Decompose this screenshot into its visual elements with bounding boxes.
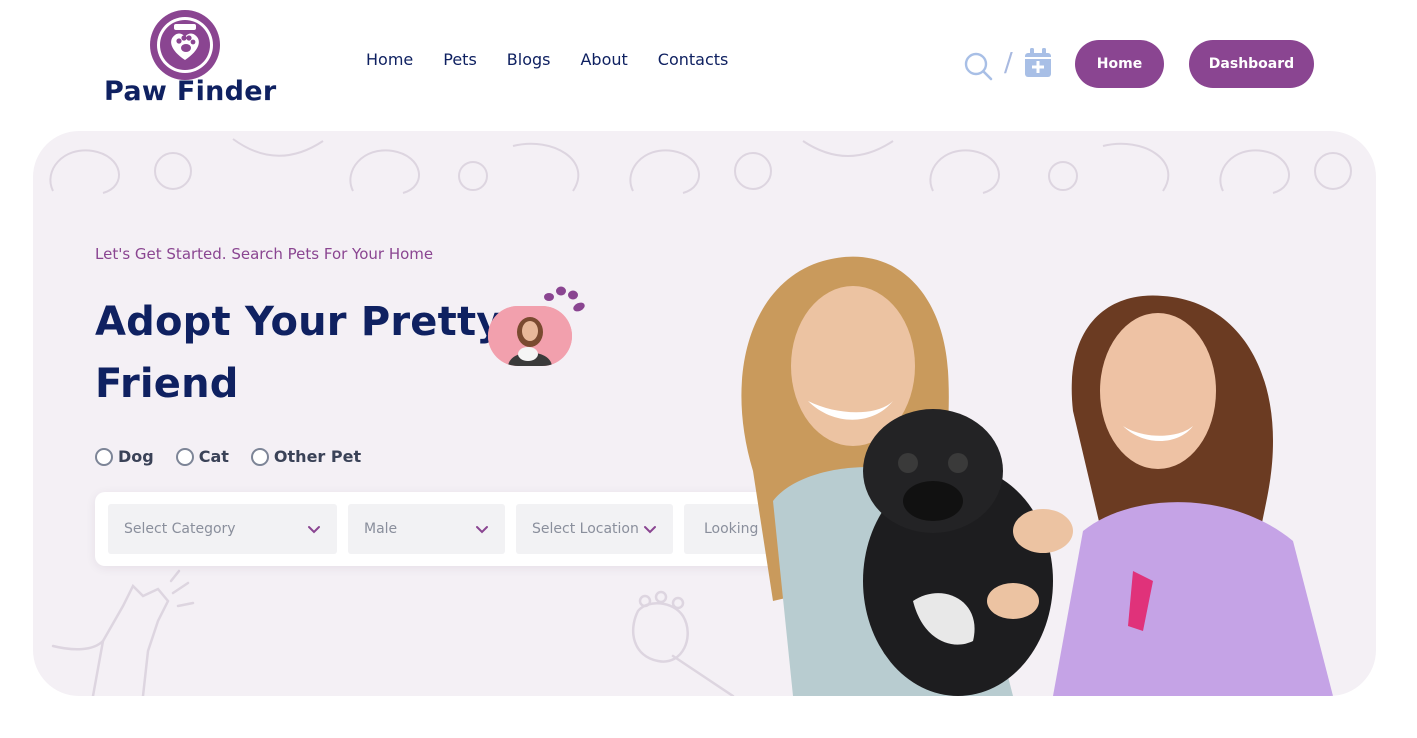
calendar-plus-icon[interactable] <box>1024 48 1052 78</box>
main-nav: Home Pets Blogs About Contacts <box>366 50 758 69</box>
paw-print-icon <box>544 286 585 312</box>
chevron-down-icon <box>644 526 656 534</box>
radio-dog[interactable]: Dog <box>95 447 154 466</box>
dashboard-button[interactable]: Dashboard <box>1189 40 1314 88</box>
brand-name: Paw Finder <box>104 76 277 107</box>
home-button[interactable]: Home <box>1075 40 1164 88</box>
location-select[interactable]: Select Location <box>516 504 673 554</box>
radio-cat-circle[interactable] <box>175 447 194 466</box>
hero-section: Let's Get Started. Search Pets For Your … <box>33 131 1376 696</box>
nav-item-home[interactable]: Home <box>366 50 413 69</box>
hero-tagline: Let's Get Started. Search Pets For Your … <box>95 245 434 263</box>
radio-dog-label: Dog <box>118 447 154 466</box>
radio-other-pet[interactable]: Other Pet <box>250 447 362 466</box>
radio-other-pet-circle[interactable] <box>250 447 269 466</box>
radio-cat[interactable]: Cat <box>175 447 229 466</box>
category-select[interactable]: Select Category <box>108 504 337 554</box>
nav-item-blogs[interactable]: Blogs <box>507 50 551 69</box>
gender-select-value: Male <box>364 521 398 537</box>
radio-other-pet-label: Other Pet <box>273 447 362 466</box>
hero-photo-women-with-pug <box>741 256 1333 696</box>
pet-type-options: Dog Cat Other Pet <box>95 447 383 466</box>
nav-item-pets[interactable]: Pets <box>443 50 477 69</box>
category-select-value: Select Category <box>124 521 236 537</box>
nav-item-about[interactable]: About <box>580 50 627 69</box>
logo[interactable]: Paw Finder <box>104 8 277 108</box>
gender-select[interactable]: Male <box>348 504 505 554</box>
radio-dog-circle[interactable] <box>95 447 113 466</box>
radio-cat-label: Cat <box>198 447 229 466</box>
chevron-down-icon <box>476 526 488 534</box>
search-icon[interactable] <box>962 50 994 82</box>
tools-separator: / <box>1004 48 1013 78</box>
paw-heart-badge-icon <box>150 10 220 80</box>
location-select-value: Select Location <box>532 521 639 537</box>
hero-headline: Adopt Your Pretty Friend <box>95 299 503 407</box>
site-header: Paw Finder Home Pets Blogs About Contact… <box>0 0 1417 120</box>
nav-item-contacts[interactable]: Contacts <box>658 50 729 69</box>
chevron-down-icon <box>308 526 320 534</box>
